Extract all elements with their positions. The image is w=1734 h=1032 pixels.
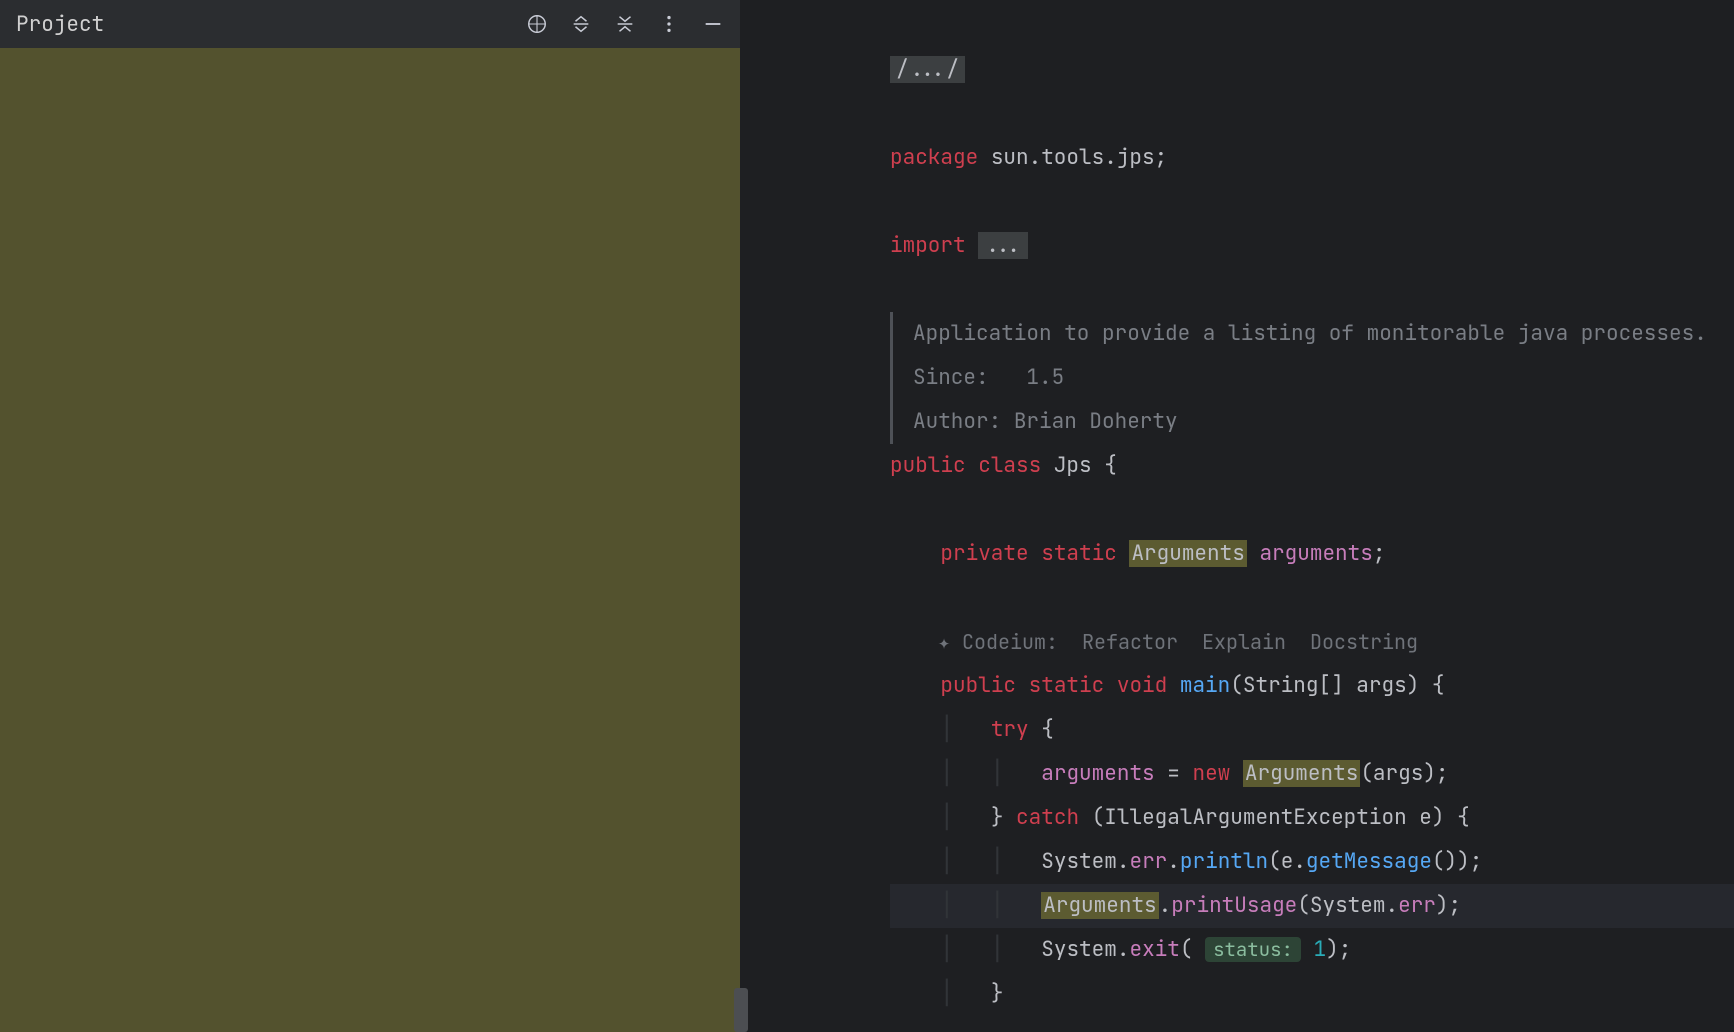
hide-panel-icon[interactable]: [702, 13, 724, 35]
select-opened-file-icon[interactable]: [526, 13, 548, 35]
param-hint: status:: [1205, 937, 1301, 962]
editor-pane: /.../ package sun.tools.jps; import ... …: [740, 0, 1734, 1032]
more-options-icon[interactable]: [658, 13, 680, 35]
folded-imports[interactable]: ...: [978, 232, 1028, 259]
expand-all-icon[interactable]: [570, 13, 592, 35]
project-sidebar: Project: [0, 0, 740, 1032]
collapse-all-icon[interactable]: [614, 13, 636, 35]
project-header-label: Project: [16, 11, 104, 38]
fold-margin[interactable]: [842, 48, 882, 1032]
javadoc-summary: Application to provide a listing of moni…: [890, 312, 1707, 356]
project-header: Project: [0, 0, 740, 48]
project-tree[interactable]: [0, 48, 740, 1032]
editor-tabs: [740, 0, 1734, 48]
code-lens[interactable]: ✦ Codeium: Refactor Explain Docstring: [890, 620, 1734, 664]
resize-grip[interactable]: [734, 988, 748, 1032]
line-gutter[interactable]: [740, 48, 842, 1032]
code-area[interactable]: /.../ package sun.tools.jps; import ... …: [882, 48, 1734, 1032]
project-selector[interactable]: Project: [16, 11, 112, 38]
folded-region[interactable]: /.../: [890, 56, 965, 83]
